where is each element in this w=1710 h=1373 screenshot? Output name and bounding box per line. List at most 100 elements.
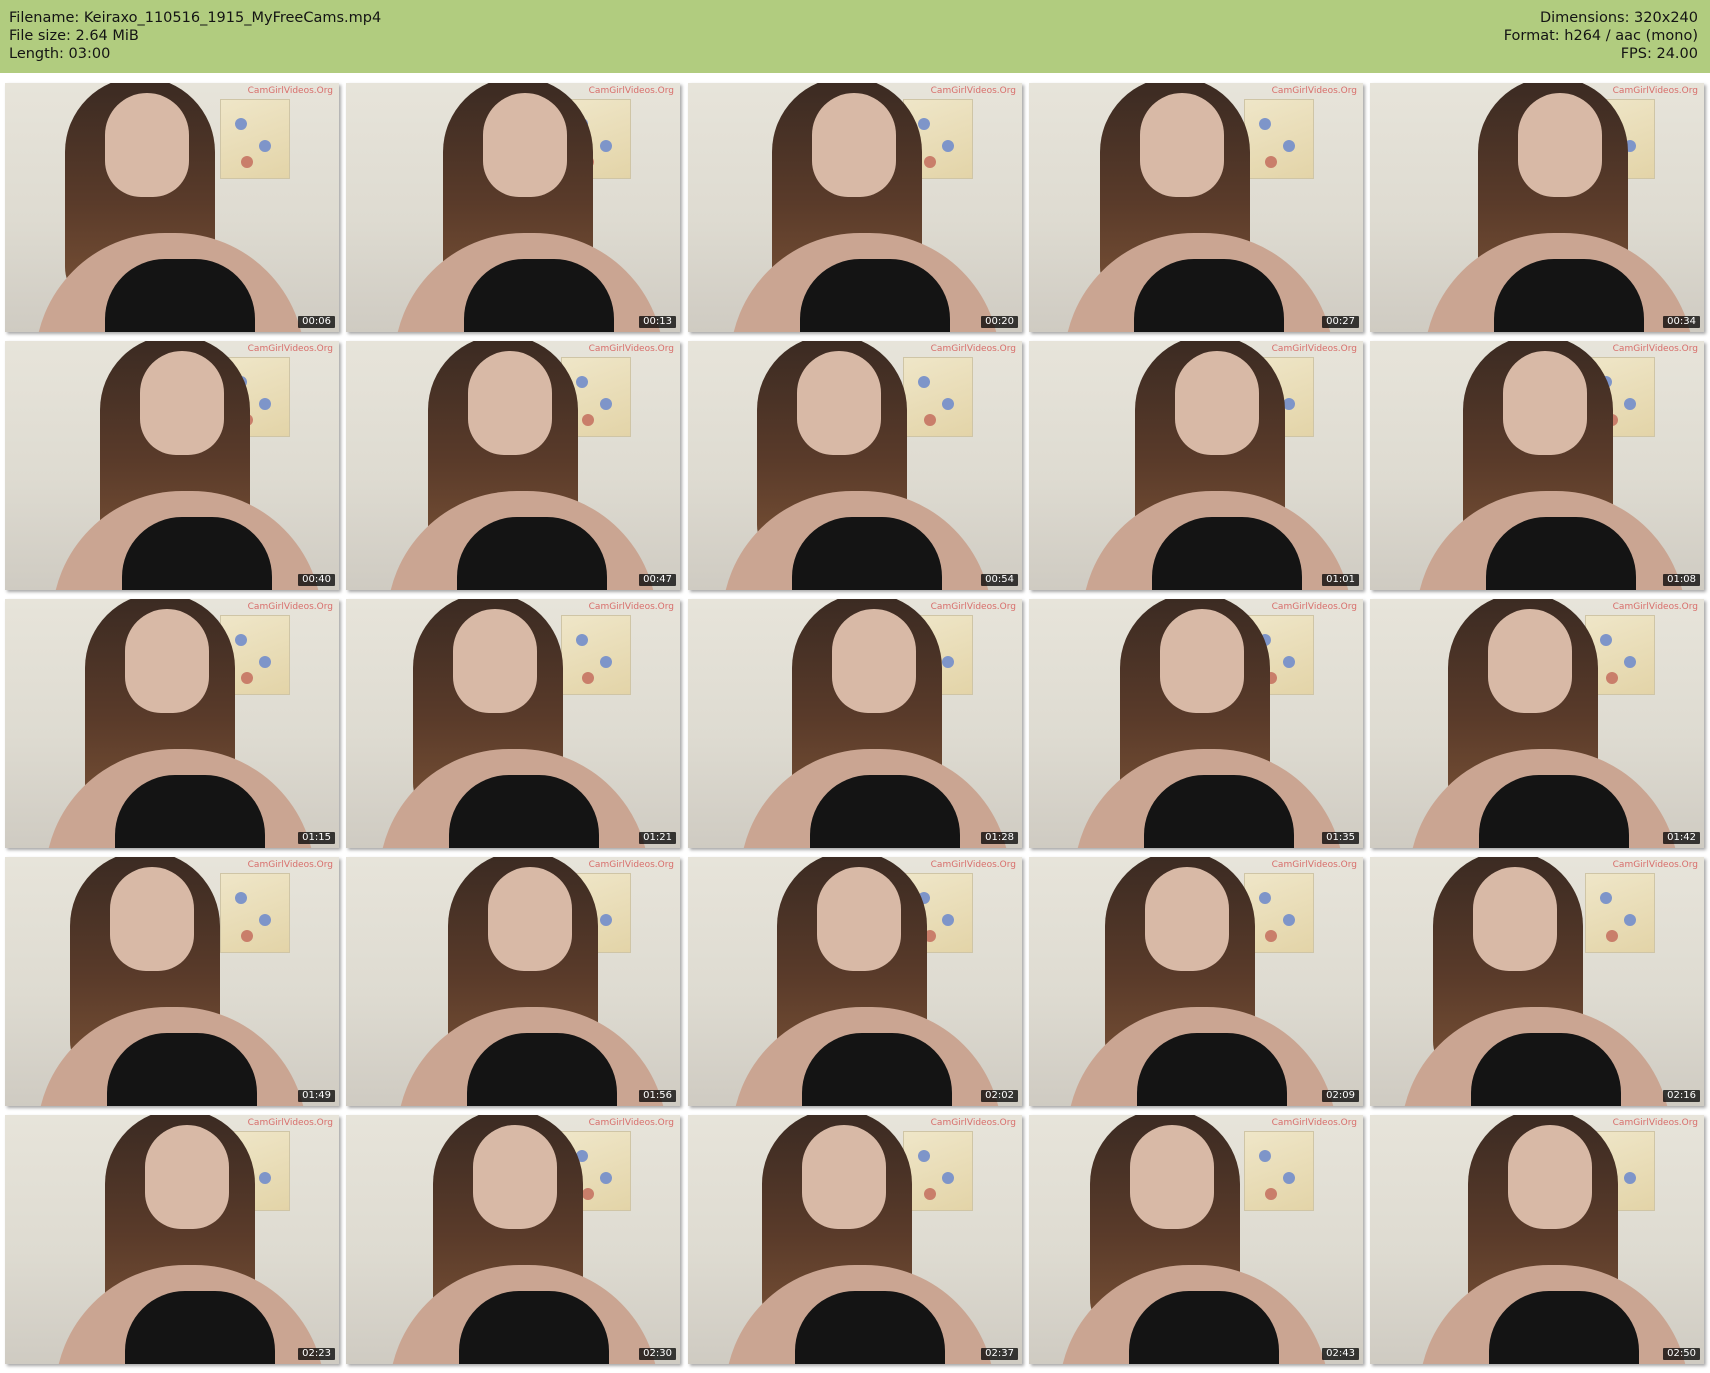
timestamp-badge: 02:09 [1322,1090,1359,1102]
video-thumbnail[interactable]: CamGirlVideos.Org 02:09 [1029,857,1363,1106]
watermark-text: CamGirlVideos.Org [930,86,1016,96]
video-thumbnail[interactable]: CamGirlVideos.Org 02:30 [346,1115,680,1364]
timestamp-badge: 02:02 [981,1090,1018,1102]
video-frame-image [688,1115,1022,1364]
watermark-text: CamGirlVideos.Org [930,860,1016,870]
watermark-text: CamGirlVideos.Org [930,1118,1016,1128]
video-thumbnail[interactable]: CamGirlVideos.Org 02:37 [688,1115,1022,1364]
watermark-text: CamGirlVideos.Org [1612,860,1698,870]
video-frame-image [1370,83,1704,332]
timestamp-badge: 00:40 [298,574,335,586]
timestamp-badge: 00:34 [1663,316,1700,328]
watermark-text: CamGirlVideos.Org [1271,1118,1357,1128]
video-frame-image [346,1115,680,1364]
video-thumbnail[interactable]: CamGirlVideos.Org 00:13 [346,83,680,332]
timestamp-badge: 01:42 [1663,832,1700,844]
timestamp-badge: 01:35 [1322,832,1359,844]
video-frame-image [346,83,680,332]
timestamp-badge: 00:06 [298,316,335,328]
watermark-text: CamGirlVideos.Org [588,86,674,96]
info-header: Filename: Keiraxo_110516_1915_MyFreeCams… [0,0,1710,73]
filesize-text: File size: 2.64 MiB [9,28,139,44]
filename-text: Filename: Keiraxo_110516_1915_MyFreeCams… [9,10,382,26]
wall-art [1244,99,1314,179]
timestamp-badge: 02:37 [981,1348,1018,1360]
fps-text: FPS: 24.00 [1620,46,1698,62]
video-thumbnail[interactable]: CamGirlVideos.Org 02:23 [5,1115,339,1364]
timestamp-badge: 01:01 [1322,574,1359,586]
video-frame-image [1029,341,1363,590]
video-thumbnail[interactable]: CamGirlVideos.Org 01:28 [688,599,1022,848]
video-thumbnail[interactable]: CamGirlVideos.Org 01:35 [1029,599,1363,848]
watermark-text: CamGirlVideos.Org [588,1118,674,1128]
format-text: Format: h264 / aac (mono) [1503,28,1698,44]
watermark-text: CamGirlVideos.Org [1271,344,1357,354]
wall-art [561,615,631,695]
watermark-text: CamGirlVideos.Org [1612,86,1698,96]
video-frame-image [346,857,680,1106]
wall-art [1244,1131,1314,1211]
video-thumbnail[interactable]: CamGirlVideos.Org 00:20 [688,83,1022,332]
length-text: Length: 03:00 [9,46,111,62]
watermark-text: CamGirlVideos.Org [247,86,333,96]
video-thumbnail[interactable]: CamGirlVideos.Org 02:50 [1370,1115,1704,1364]
video-thumbnail[interactable]: CamGirlVideos.Org 00:47 [346,341,680,590]
wall-art [220,99,290,179]
watermark-text: CamGirlVideos.Org [247,860,333,870]
video-frame-image [1029,857,1363,1106]
watermark-text: CamGirlVideos.Org [1271,860,1357,870]
watermark-text: CamGirlVideos.Org [1612,1118,1698,1128]
video-thumbnail[interactable]: CamGirlVideos.Org 00:34 [1370,83,1704,332]
timestamp-badge: 01:21 [639,832,676,844]
watermark-text: CamGirlVideos.Org [247,1118,333,1128]
timestamp-badge: 01:08 [1663,574,1700,586]
video-thumbnail[interactable]: CamGirlVideos.Org 00:27 [1029,83,1363,332]
watermark-text: CamGirlVideos.Org [247,344,333,354]
video-frame-image [688,83,1022,332]
watermark-text: CamGirlVideos.Org [1612,344,1698,354]
video-frame-image [5,599,339,848]
video-frame-image [1370,341,1704,590]
timestamp-badge: 01:28 [981,832,1018,844]
video-frame-image [5,1115,339,1364]
video-frame-image [5,857,339,1106]
timestamp-badge: 02:30 [639,1348,676,1360]
video-frame-image [688,599,1022,848]
video-thumbnail[interactable]: CamGirlVideos.Org 00:06 [5,83,339,332]
wall-art [1585,873,1655,953]
timestamp-badge: 00:20 [981,316,1018,328]
video-thumbnail[interactable]: CamGirlVideos.Org 00:40 [5,341,339,590]
video-frame-image [1370,1115,1704,1364]
video-frame-image [346,341,680,590]
timestamp-badge: 00:13 [639,316,676,328]
watermark-text: CamGirlVideos.Org [1271,602,1357,612]
watermark-text: CamGirlVideos.Org [588,344,674,354]
video-thumbnail[interactable]: CamGirlVideos.Org 01:01 [1029,341,1363,590]
watermark-text: CamGirlVideos.Org [1271,86,1357,96]
video-frame-image [5,341,339,590]
video-thumbnail[interactable]: CamGirlVideos.Org 01:56 [346,857,680,1106]
video-thumbnail[interactable]: CamGirlVideos.Org 02:16 [1370,857,1704,1106]
video-thumbnail[interactable]: CamGirlVideos.Org 01:15 [5,599,339,848]
video-frame-image [1029,599,1363,848]
video-thumbnail[interactable]: CamGirlVideos.Org 01:49 [5,857,339,1106]
video-frame-image [1370,599,1704,848]
video-frame-image [346,599,680,848]
watermark-text: CamGirlVideos.Org [247,602,333,612]
timestamp-badge: 02:23 [298,1348,335,1360]
timestamp-badge: 01:15 [298,832,335,844]
timestamp-badge: 00:27 [1322,316,1359,328]
watermark-text: CamGirlVideos.Org [930,344,1016,354]
dimensions-text: Dimensions: 320x240 [1539,10,1698,26]
video-thumbnail[interactable]: CamGirlVideos.Org 01:21 [346,599,680,848]
video-thumbnail[interactable]: CamGirlVideos.Org 01:08 [1370,341,1704,590]
video-frame-image [1029,83,1363,332]
timestamp-badge: 01:49 [298,1090,335,1102]
video-thumbnail[interactable]: CamGirlVideos.Org 01:42 [1370,599,1704,848]
video-thumbnail[interactable]: CamGirlVideos.Org 00:54 [688,341,1022,590]
wall-art [903,1131,973,1211]
watermark-text: CamGirlVideos.Org [588,860,674,870]
video-thumbnail[interactable]: CamGirlVideos.Org 02:43 [1029,1115,1363,1364]
thumbnail-grid: CamGirlVideos.Org 00:06 CamGirlVideos.Org 0… [0,73,1710,1373]
video-thumbnail[interactable]: CamGirlVideos.Org 02:02 [688,857,1022,1106]
